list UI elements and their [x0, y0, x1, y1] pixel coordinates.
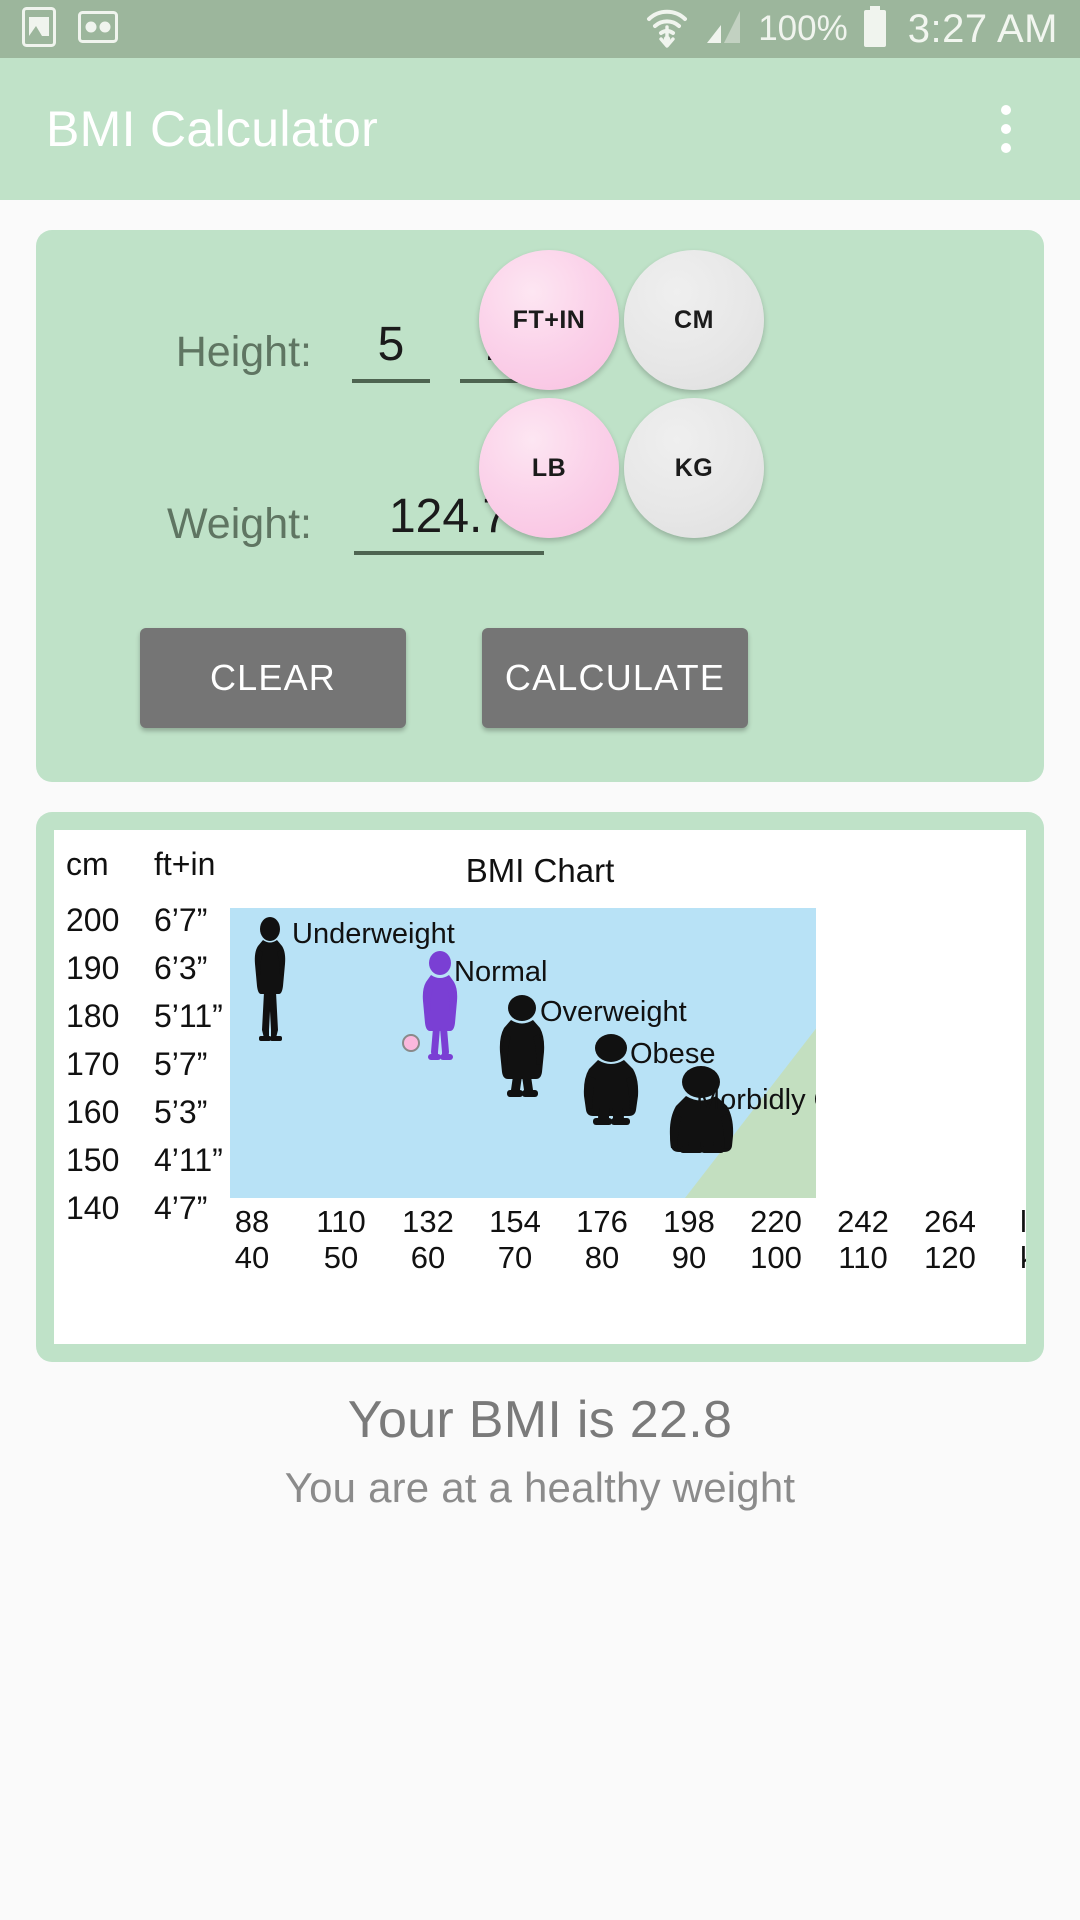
- y-tick-cm: 170: [66, 1046, 120, 1082]
- screenshot-icon: [22, 6, 56, 52]
- x-tick-kg: 80: [584, 1240, 620, 1275]
- y-tick-ftin: 4’11”: [154, 1142, 223, 1178]
- x-tick-lbs: 132: [402, 1204, 454, 1239]
- y-tick-ftin: 5’3”: [154, 1094, 208, 1130]
- x-tick-lbs: 264: [924, 1204, 976, 1239]
- y-axis-header-cm: cm: [66, 846, 109, 882]
- x-tick-kg: 60: [410, 1240, 446, 1275]
- y-tick-cm: 160: [66, 1094, 120, 1130]
- x-tick-kg: 50: [323, 1240, 359, 1275]
- x-tick-kg: 110: [838, 1240, 888, 1275]
- bmi-result-text: Your BMI is 22.8: [347, 1391, 733, 1449]
- y-tick-cm: 180: [66, 998, 120, 1034]
- clear-button[interactable]: CLEAR: [140, 628, 406, 728]
- calculate-button[interactable]: CALCULATE: [482, 628, 748, 728]
- overflow-menu-icon[interactable]: [978, 94, 1034, 164]
- x-tick-lbs: 242: [837, 1204, 889, 1239]
- y-tick-ftin: 4’7”: [154, 1190, 208, 1226]
- action-row: CLEAR CALCULATE: [36, 610, 1044, 728]
- x-tick-kg: 70: [497, 1240, 533, 1275]
- y-tick-cm: 140: [66, 1190, 120, 1226]
- voicemail-icon: [78, 10, 118, 48]
- y-tick-cm: 190: [66, 950, 120, 986]
- unit-button-kg[interactable]: KG: [624, 398, 764, 538]
- x-tick-lbs: 110: [316, 1204, 366, 1239]
- battery-percent-label: 100%: [758, 9, 848, 48]
- figure-underweight: [246, 916, 294, 1044]
- x-axis-row-kg: 40 50 60 70 80 90 100 110 120 kg: [230, 1240, 1026, 1276]
- clock-label: 3:27 AM: [907, 6, 1058, 51]
- x-unit-kg: kg: [1020, 1240, 1026, 1276]
- y-tick-ftin: 6’7”: [154, 902, 208, 938]
- x-tick-kg: 90: [671, 1240, 707, 1275]
- y-axis-header-ftin: ft+in: [154, 846, 216, 882]
- result-section: Your BMI is 22.8 You are at a healthy we…: [0, 1362, 1080, 1512]
- overflow-dot: [1001, 105, 1011, 115]
- x-tick-lbs: 198: [663, 1204, 715, 1239]
- bmi-category-text: You are at a healthy weight: [284, 1464, 796, 1511]
- chart-plot-area: Underweight Normal Overweight Obese Morb…: [230, 908, 816, 1198]
- x-tick-lbs: 220: [750, 1204, 802, 1239]
- unit-button-lb[interactable]: LB: [479, 398, 619, 538]
- wifi-icon: [644, 5, 690, 54]
- height-label: Height:: [175, 327, 312, 376]
- y-tick-ftin: 5’7”: [154, 1046, 208, 1082]
- zone-label-underweight: Underweight: [292, 918, 455, 950]
- zone-label-morbidly-obese: Morbidly Obese: [696, 1084, 816, 1116]
- status-bar-left-icons: [22, 6, 118, 52]
- bmi-chart: BMI Chart cm ft+in 200 6’7” 190 6’3” 180…: [54, 830, 1026, 1344]
- zone-label-overweight: Overweight: [540, 996, 687, 1028]
- y-tick-cm: 150: [66, 1142, 120, 1178]
- x-tick-kg: 100: [750, 1240, 802, 1275]
- x-unit-lbs: lbs: [1020, 1204, 1026, 1239]
- status-bar: 100% 3:27 AM: [0, 0, 1080, 58]
- overflow-dot: [1001, 124, 1011, 134]
- input-card: Height: 5 2 Weight: 124.7 FT+IN CM LB KG…: [36, 230, 1044, 782]
- x-tick-kg: 120: [924, 1240, 976, 1275]
- signal-icon: [704, 7, 744, 52]
- y-tick-cm: 200: [66, 902, 120, 938]
- x-tick-lbs: 176: [576, 1204, 628, 1239]
- unit-button-ftin[interactable]: FT+IN: [479, 250, 619, 390]
- overflow-dot: [1001, 143, 1011, 153]
- zone-label-obese: Obese: [630, 1038, 716, 1070]
- y-tick-ftin: 5’11”: [154, 998, 223, 1034]
- unit-button-cm[interactable]: CM: [624, 250, 764, 390]
- page-title: BMI Calculator: [46, 101, 379, 157]
- status-bar-right-icons: 100% 3:27 AM: [644, 5, 1058, 54]
- bmi-chart-card: BMI Chart cm ft+in 200 6’7” 190 6’3” 180…: [36, 812, 1044, 1362]
- x-tick-lbs: 154: [489, 1204, 541, 1239]
- page-content: Height: 5 2 Weight: 124.7 FT+IN CM LB KG…: [0, 230, 1080, 1920]
- height-feet-input[interactable]: 5: [352, 321, 430, 383]
- bmi-position-marker: [402, 1034, 420, 1052]
- x-tick-kg: 40: [234, 1240, 270, 1275]
- app-bar: BMI Calculator: [0, 58, 1080, 200]
- zone-label-normal: Normal: [454, 956, 548, 988]
- battery-icon: [862, 5, 888, 53]
- x-axis-row-lbs: 88 110 132 154 176 198 220 242 264 lbs: [230, 1204, 1026, 1240]
- y-tick-ftin: 6’3”: [154, 950, 208, 986]
- x-axis: 88 110 132 154 176 198 220 242 264 lbs 4…: [230, 1204, 1026, 1276]
- x-tick-lbs: 88: [234, 1204, 270, 1239]
- weight-label: Weight:: [167, 499, 312, 548]
